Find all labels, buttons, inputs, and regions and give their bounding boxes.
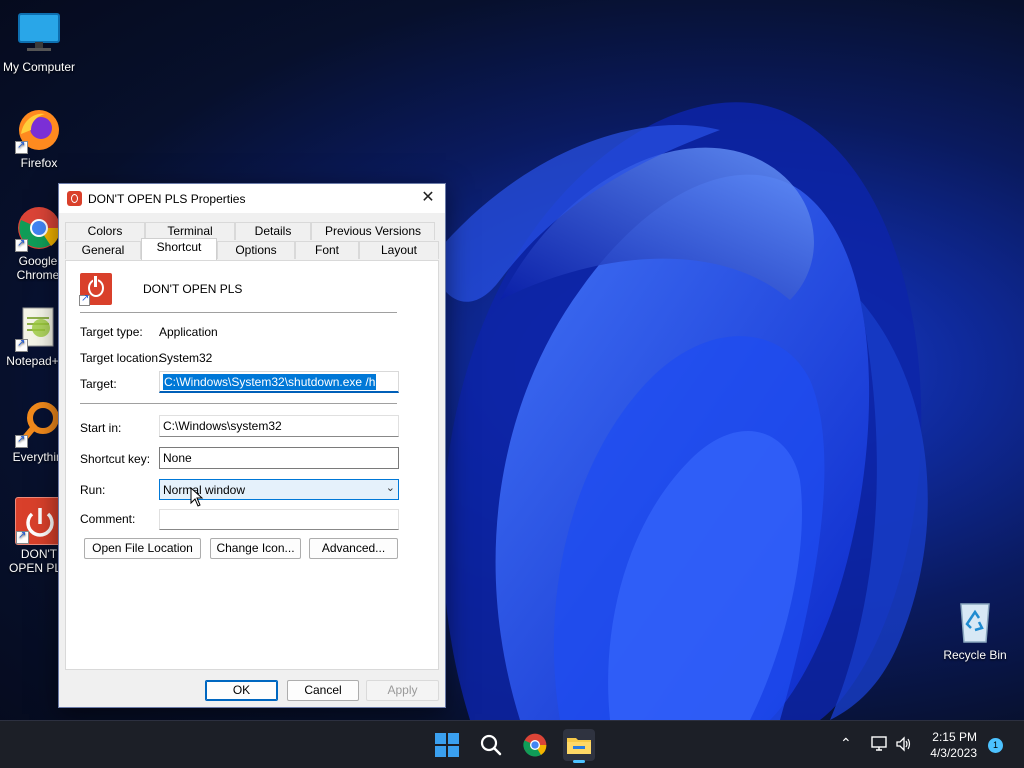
target-type-value: Application — [159, 325, 218, 339]
apply-button[interactable]: Apply — [366, 680, 439, 701]
notification-badge[interactable]: 1 — [988, 738, 1003, 753]
ok-button[interactable]: OK — [205, 680, 278, 701]
comment-input[interactable] — [159, 509, 399, 530]
open-file-location-button[interactable]: Open File Location — [84, 538, 201, 559]
volume-icon[interactable] — [895, 735, 913, 753]
taskbar: ⌃ 2:15 PM 4/3/2023 1 — [0, 720, 1024, 768]
separator — [80, 312, 397, 313]
desktop-icon-label: Firefox — [20, 156, 58, 170]
folder-icon — [567, 738, 591, 754]
cancel-button[interactable]: Cancel — [287, 680, 359, 701]
run-select-value: Normal window — [163, 483, 246, 497]
start-button[interactable] — [431, 729, 463, 761]
desktop-icon-firefox[interactable]: Firefox — [0, 106, 78, 170]
target-input-text: C:\Windows\System32\shutdown.exe /h — [163, 374, 377, 390]
shortcut-key-input[interactable]: None — [159, 447, 399, 469]
tab-layout[interactable]: Layout — [359, 241, 439, 259]
properties-dialog: DON'T OPEN PLS Properties ✕ Colors Termi… — [58, 183, 446, 708]
shortcut-tab-panel: DON'T OPEN PLS Target type: Application … — [65, 260, 439, 670]
advanced-button[interactable]: Advanced... — [309, 538, 398, 559]
target-input[interactable]: C:\Windows\System32\shutdown.exe /h — [159, 371, 399, 393]
desktop-icon-my-computer[interactable]: My Computer — [0, 10, 78, 74]
separator — [80, 403, 397, 404]
comment-label: Comment: — [80, 512, 136, 526]
network-icon[interactable] — [870, 735, 888, 753]
everything-icon — [15, 400, 63, 448]
chevron-up-icon[interactable]: ⌃ — [840, 735, 852, 752]
taskbar-file-explorer[interactable] — [563, 729, 595, 763]
dialog-title: DON'T OPEN PLS Properties — [88, 192, 246, 206]
change-icon-button[interactable]: Change Icon... — [210, 538, 301, 559]
windows-logo-icon — [435, 733, 459, 757]
desktop-icon-label: Notepad++ — [6, 354, 66, 368]
tab-font[interactable]: Font — [295, 241, 359, 259]
target-type-label: Target type: — [80, 325, 143, 339]
power-icon — [79, 273, 112, 306]
target-label: Target: — [80, 377, 117, 391]
shortcut-name: DON'T OPEN PLS — [143, 282, 243, 296]
desktop-icon-label: My Computer — [2, 60, 76, 74]
taskbar-chrome[interactable] — [519, 729, 551, 761]
tab-options[interactable]: Options — [217, 241, 295, 259]
target-location-label: Target location: — [80, 351, 162, 365]
tab-colors[interactable]: Colors — [65, 222, 145, 240]
tab-general[interactable]: General — [65, 241, 141, 259]
search-icon — [480, 734, 502, 756]
notepadpp-icon — [15, 304, 63, 352]
start-in-label: Start in: — [80, 421, 122, 435]
monitor-icon — [15, 10, 63, 58]
power-icon — [67, 191, 82, 206]
chrome-icon — [15, 204, 63, 252]
recycle-bin-icon — [951, 598, 999, 646]
tab-shortcut[interactable]: Shortcut — [141, 238, 217, 260]
desktop-icon-label: Recycle Bin — [943, 648, 1007, 662]
shortcut-key-label: Shortcut key: — [80, 452, 151, 466]
target-location-value: System32 — [159, 351, 213, 365]
chrome-icon — [523, 733, 547, 757]
clock-date: 4/3/2023 — [930, 746, 977, 760]
title-bar[interactable]: DON'T OPEN PLS Properties ✕ — [59, 184, 445, 213]
start-in-input[interactable]: C:\Windows\system32 — [159, 415, 399, 437]
power-icon — [15, 497, 63, 545]
desktop-icon-label: Google Chrome — [16, 254, 60, 282]
chevron-down-icon: ⌄ — [385, 482, 395, 494]
close-icon[interactable]: ✕ — [417, 187, 439, 209]
search-button[interactable] — [475, 729, 507, 761]
clock-time: 2:15 PM — [932, 730, 977, 744]
desktop-icon-recycle-bin[interactable]: Recycle Bin — [936, 598, 1014, 662]
run-label: Run: — [80, 483, 106, 497]
mouse-cursor-icon — [190, 487, 204, 507]
firefox-icon — [15, 106, 63, 154]
clock[interactable]: 2:15 PM 4/3/2023 — [930, 729, 977, 761]
tab-previous-versions[interactable]: Previous Versions — [311, 222, 435, 240]
tab-details[interactable]: Details — [235, 222, 311, 240]
